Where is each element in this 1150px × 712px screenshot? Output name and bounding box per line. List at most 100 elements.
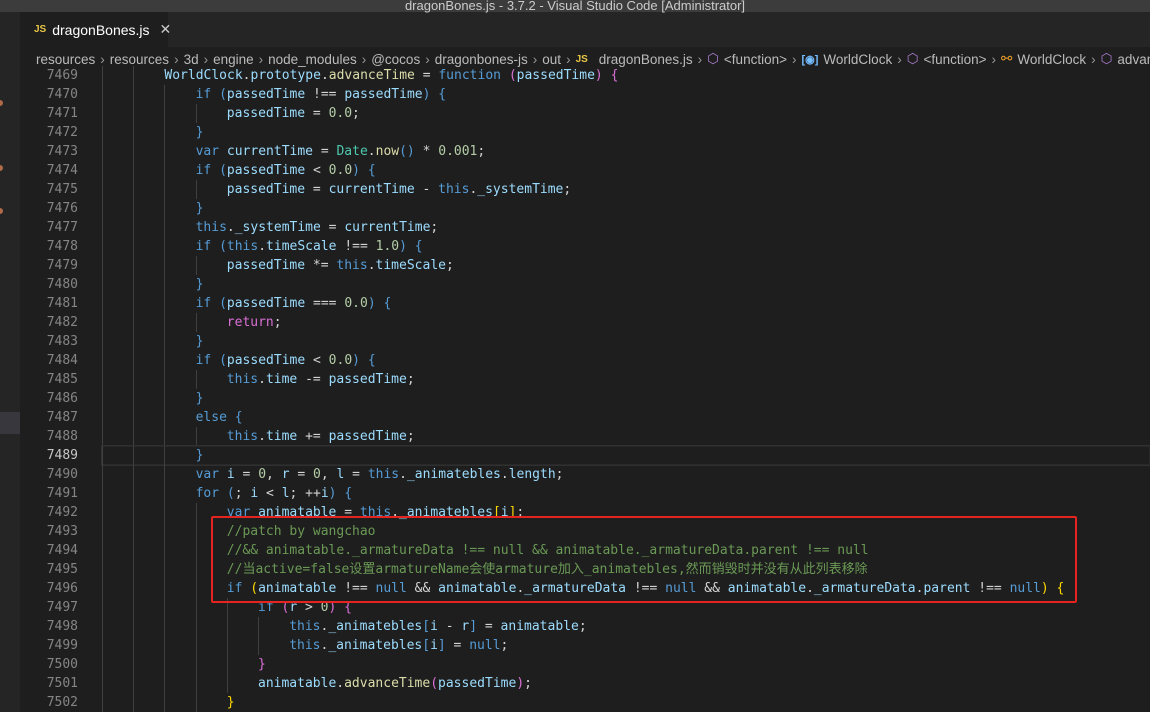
code-text: passedTime *= this.timeScale;: [227, 256, 454, 275]
code-text: }: [196, 199, 204, 218]
code-token: ===: [305, 296, 345, 311]
code-token: .: [500, 467, 509, 482]
code-text: }: [258, 655, 266, 674]
indent-guide: [133, 693, 135, 712]
indent-guide: [102, 66, 103, 85]
indent-guide: [102, 123, 103, 142]
indent-guide: [102, 85, 103, 104]
line-number[interactable]: 7492: [20, 503, 78, 522]
line-number[interactable]: 7499: [20, 636, 78, 655]
line-number[interactable]: 7474: [20, 161, 78, 180]
indent-guide: [102, 256, 103, 275]
code-token: <: [305, 163, 329, 178]
breadcrumb-item[interactable]: <function>: [724, 52, 787, 67]
line-number[interactable]: 7496: [20, 579, 78, 598]
breadcrumb-item[interactable]: dragonbones-js: [435, 52, 528, 67]
line-number[interactable]: 7475: [20, 180, 78, 199]
indent-guide: [164, 693, 166, 712]
breadcrumb-item[interactable]: resources: [36, 52, 95, 67]
indent-guide: [102, 199, 103, 218]
tab-dragonbones-js[interactable]: JS dragonBones.js ✕: [20, 12, 171, 47]
breadcrumb-item[interactable]: <function>: [923, 52, 986, 67]
line-number[interactable]: 7476: [20, 199, 78, 218]
line-number[interactable]: 7488: [20, 427, 78, 446]
line-number[interactable]: 7469: [20, 66, 78, 85]
code-token: {: [414, 239, 423, 254]
indent-guide: [133, 275, 135, 294]
indent-guide: [102, 408, 103, 427]
close-icon[interactable]: ✕: [160, 21, 172, 38]
chevron-right-icon: ›: [532, 51, 538, 67]
line-number[interactable]: 7500: [20, 655, 78, 674]
line-number[interactable]: 7486: [20, 389, 78, 408]
indent-guide: [195, 104, 197, 123]
line-number[interactable]: 7473: [20, 142, 78, 161]
line-number[interactable]: 7498: [20, 617, 78, 636]
code-token: .: [320, 68, 329, 83]
code-line: 7491 for (; i < l; ++i) {: [20, 484, 1150, 503]
marker-dot: [0, 208, 3, 214]
breadcrumb-item[interactable]: node_modules: [268, 52, 357, 67]
line-number[interactable]: 7487: [20, 408, 78, 427]
marker-dot: [0, 165, 3, 171]
code-text: else {: [196, 408, 243, 427]
line-number[interactable]: 7471: [20, 104, 78, 123]
breadcrumb-item[interactable]: engine: [213, 52, 254, 67]
breadcrumb-item[interactable]: WorldClock: [1017, 52, 1086, 67]
line-number[interactable]: 7484: [20, 351, 78, 370]
indent-guide: [133, 579, 135, 598]
indent-guide: [102, 104, 103, 123]
code-line: 7485 this.time -= passedTime;: [20, 370, 1150, 389]
line-number[interactable]: 7481: [20, 294, 78, 313]
indent-guide: [102, 693, 103, 712]
code-token: }: [195, 277, 204, 292]
indent-guide: [133, 636, 135, 655]
breadcrumb-item[interactable]: WorldClock: [823, 52, 892, 67]
indent-guide: [133, 370, 135, 389]
line-number[interactable]: 7472: [20, 123, 78, 142]
code-token: *=: [305, 258, 337, 273]
activity-selected[interactable]: [0, 412, 20, 434]
line-number[interactable]: 7470: [20, 85, 78, 104]
indent-guide: [195, 598, 197, 617]
indent-guide: [102, 541, 103, 560]
line-number[interactable]: 7495: [20, 560, 78, 579]
line-number[interactable]: 7493: [20, 522, 78, 541]
breadcrumb-item[interactable]: advanceTime: [1117, 52, 1150, 67]
breadcrumb-item[interactable]: dragonBones.js: [599, 52, 693, 67]
line-number[interactable]: 7494: [20, 541, 78, 560]
chevron-right-icon: ›: [361, 51, 367, 67]
line-number[interactable]: 7485: [20, 370, 78, 389]
indent-guide: [226, 674, 228, 693]
title-bar: dragonBones.js - 3.7.2 - Visual Studio C…: [0, 0, 1150, 12]
line-number[interactable]: 7483: [20, 332, 78, 351]
line-number[interactable]: 7480: [20, 275, 78, 294]
breadcrumb-item[interactable]: resources: [110, 52, 169, 67]
code-editor[interactable]: 7469 WorldClock.prototype.advanceTime = f…: [20, 66, 1150, 712]
chevron-right-icon: ›: [697, 51, 703, 67]
line-number[interactable]: 7482: [20, 313, 78, 332]
code-token: [: [422, 638, 431, 653]
indent-guide: [133, 389, 135, 408]
breadcrumb-item[interactable]: 3d: [184, 52, 199, 67]
line-number[interactable]: 7502: [20, 693, 78, 712]
code-line: 7486}: [20, 389, 1150, 408]
line-number[interactable]: 7478: [20, 237, 78, 256]
line-number[interactable]: 7477: [20, 218, 78, 237]
code-token: {: [438, 87, 447, 102]
code-token: =: [313, 144, 337, 159]
line-number[interactable]: 7490: [20, 465, 78, 484]
line-number[interactable]: 7497: [20, 598, 78, 617]
indent-guide: [164, 598, 166, 617]
breadcrumb-item[interactable]: out: [542, 52, 561, 67]
line-number[interactable]: 7479: [20, 256, 78, 275]
line-number[interactable]: 7491: [20, 484, 78, 503]
chevron-right-icon: ›: [566, 51, 571, 67]
indent-guide: [133, 617, 135, 636]
line-number[interactable]: 7489: [20, 446, 78, 465]
line-number[interactable]: 7501: [20, 674, 78, 693]
indent-guide: [226, 617, 228, 636]
code-token: !==: [336, 239, 376, 254]
breadcrumb-item[interactable]: @cocos: [371, 52, 420, 67]
code-token: passedTime: [226, 182, 306, 197]
